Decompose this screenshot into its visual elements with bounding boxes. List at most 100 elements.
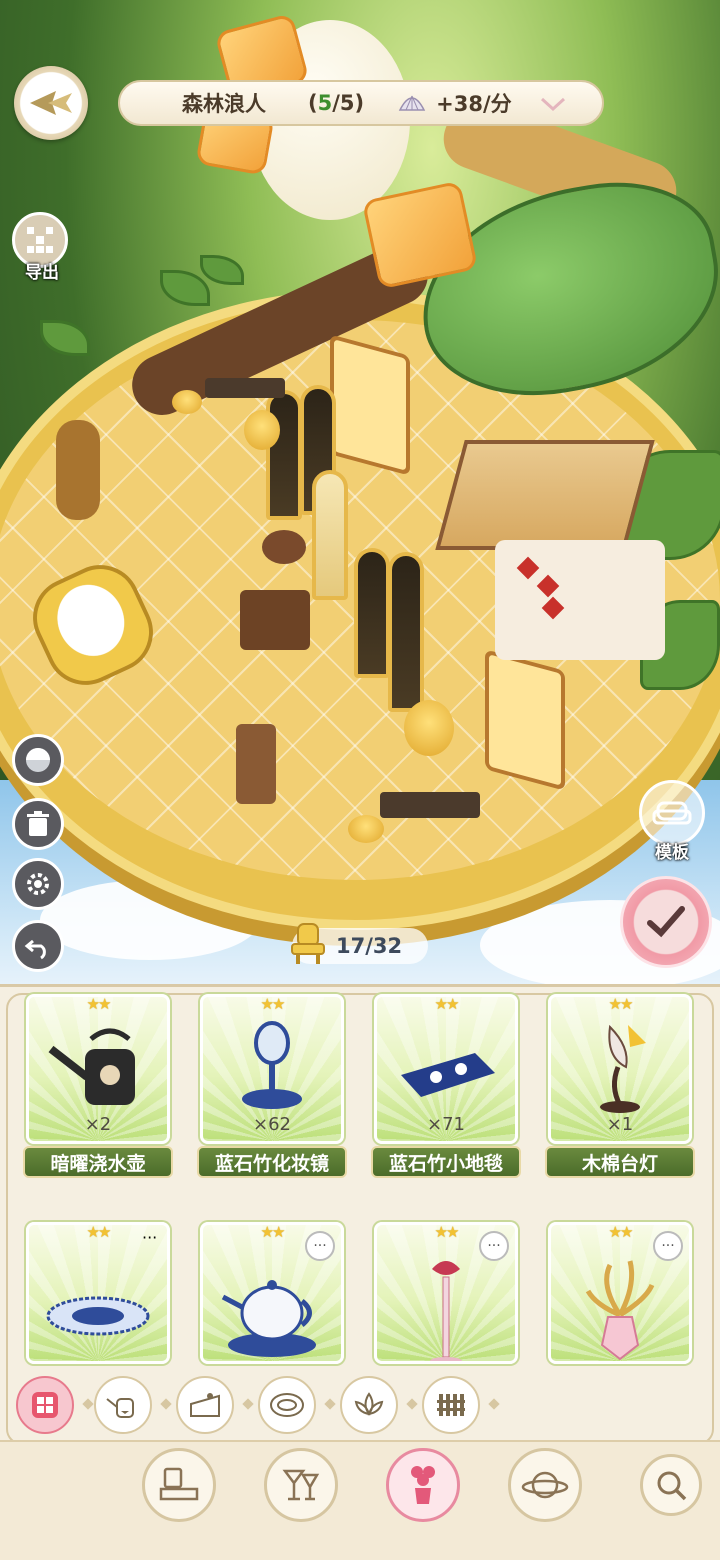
recycle-button[interactable] [12,798,64,850]
back-button[interactable] [14,66,88,140]
leaf [40,320,90,356]
item-name: 木棉台灯 [545,1146,695,1178]
folding-screen[interactable] [354,548,390,678]
rarity-stars: ★★ [260,995,286,1013]
item-card-watering-can[interactable]: ★★ ×2 [26,994,170,1144]
rocking-horse[interactable] [236,724,276,804]
confirm-button[interactable] [620,876,712,968]
collapse-chevron-icon[interactable] [540,93,566,113]
item-count: ×2 [84,1114,112,1135]
template-label: 模板 [655,843,689,863]
folding-screen[interactable] [312,470,348,600]
category-watering[interactable] [94,1376,152,1434]
stump-table[interactable] [240,590,310,650]
item-name: 蓝石竹小地毯 [371,1146,521,1178]
furniture-capacity: 17/32 [291,923,428,964]
category-plants[interactable] [340,1376,398,1434]
category-plate[interactable] [258,1376,316,1434]
category-cake[interactable] [176,1376,234,1434]
rarity-stars: ★★ [608,1223,634,1241]
template-button[interactable]: 模板 [636,780,708,864]
settings-button[interactable] [12,858,64,910]
all-grid-icon [32,1392,58,1418]
flower-stand-icon [430,1261,462,1361]
trash-icon [27,811,49,836]
nav-decor[interactable] [386,1448,460,1522]
item-card-teapot[interactable]: ★★ ··· [200,1222,344,1364]
bed-furniture[interactable] [435,440,655,550]
dresser-furniture[interactable] [330,334,410,476]
plate-icon [270,1393,304,1417]
rarity-stars: ★★ [260,1223,286,1241]
cocktail-icon [282,1469,320,1501]
doll-character[interactable] [244,410,280,450]
rarity-stars: ★★ [86,995,112,1013]
cake-icon [190,1393,220,1417]
nav-drinks[interactable] [264,1448,338,1522]
undo-button[interactable] [12,920,64,972]
item-card-vanity-mirror[interactable]: ★★ ×62 [200,994,344,1144]
item-card-table-lamp[interactable]: ★★ ×1 [548,994,692,1144]
plant-stand[interactable] [56,420,100,520]
rarity-stars: ★★ [608,995,634,1013]
mirror-icon [242,1021,302,1109]
search-icon [657,1471,687,1501]
rarity-stars: ★★ [434,995,460,1013]
item-card-flower-stand[interactable]: ★★ ··· [374,1222,518,1364]
folding-screen[interactable] [388,552,424,712]
export-label: 导出 [25,263,59,283]
item-name: 蓝石竹化妆镜 [197,1146,347,1178]
round-rug-icon [46,1296,150,1336]
watering-can-icon [106,1398,134,1418]
item-count: ×71 [427,1114,465,1135]
nav-furniture[interactable] [142,1448,216,1522]
item-count: ×1 [606,1114,634,1135]
rarity-stars: ★★ [86,1223,112,1241]
category-fence[interactable] [422,1376,480,1434]
more-options-button[interactable]: ··· [142,1228,157,1247]
nav-explore[interactable] [508,1448,582,1522]
lotus-icon [354,1392,384,1416]
flower-vase-icon [411,1466,435,1504]
dresser-furniture[interactable] [485,649,565,791]
lamp-decoration[interactable] [172,390,202,414]
item-name: 暗曜浇水壶 [23,1146,173,1178]
folding-screen[interactable] [266,390,302,520]
bench-furniture[interactable] [205,378,285,398]
gear-icon [27,873,49,895]
island-name: 森林浪人 [182,92,266,116]
leaf [200,255,244,285]
lamp-decoration[interactable] [348,815,384,843]
rug-icon [401,1053,495,1097]
rarity-stars: ★★ [434,1223,460,1241]
category-all[interactable] [16,1376,74,1434]
income-rate: +38/分 [436,92,512,116]
progress-counter: (5/5) [308,91,365,115]
progress-done: 5 [317,91,333,115]
undo-icon [24,939,46,960]
fence-icon [437,1394,465,1416]
teapot-icon [221,1280,316,1357]
planet-icon [521,1471,569,1499]
nav-search[interactable] [640,1454,702,1516]
doll-character[interactable] [404,700,454,756]
back-arrow-icon [30,91,72,115]
island-title-bar: 森林浪人 (5/5) +38/分 [118,80,604,126]
bed-blanket [495,540,665,660]
watering-can-icon [48,1028,135,1105]
export-button[interactable]: 导出 [12,212,72,286]
half-circle-icon [26,748,50,772]
throne-icon [291,923,325,964]
bench-furniture[interactable] [380,792,480,818]
sofa-icon [652,801,692,825]
rotate-view-button[interactable] [12,734,64,786]
bottom-navigation [0,1440,720,1560]
furniture-icon [159,1467,199,1501]
lamp-icon [600,1024,646,1113]
shell-currency-icon [398,95,426,111]
item-card-small-rug[interactable]: ★★ ×71 [374,994,518,1144]
mushroom-lamp[interactable] [262,530,306,564]
item-card-vase[interactable]: ★★ ··· [548,1222,692,1364]
island-scene[interactable] [0,0,720,990]
item-count: ×62 [253,1114,291,1135]
